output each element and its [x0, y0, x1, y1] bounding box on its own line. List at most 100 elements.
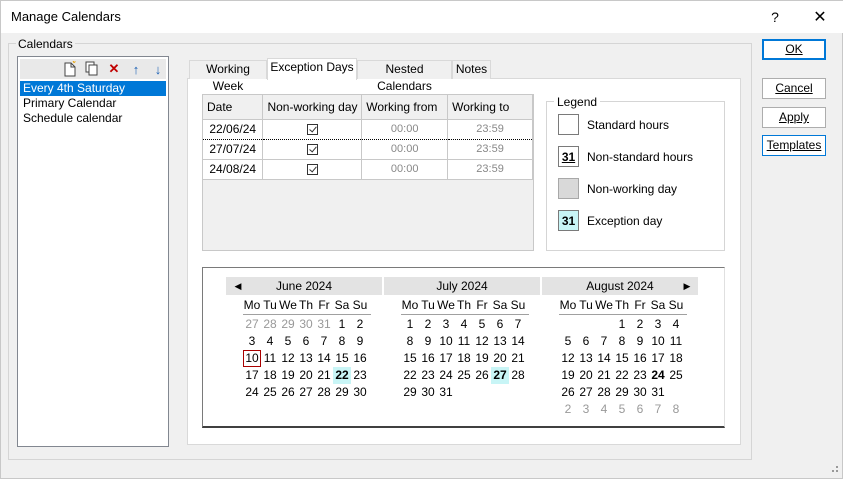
- calendar-day[interactable]: 31: [315, 316, 333, 333]
- calendar-day[interactable]: 9: [351, 333, 369, 350]
- working-to-cell[interactable]: 23:59: [447, 159, 533, 180]
- calendar-day[interactable]: 5: [559, 333, 577, 350]
- calendar-day[interactable]: 22: [401, 367, 419, 384]
- calendar-day[interactable]: 26: [279, 384, 297, 401]
- apply-button[interactable]: Apply: [762, 107, 826, 128]
- calendar-day[interactable]: 14: [315, 350, 333, 367]
- calendar-day[interactable]: 9: [419, 333, 437, 350]
- calendar-day[interactable]: 27: [577, 384, 595, 401]
- calendar-day[interactable]: 15: [401, 350, 419, 367]
- calendar-day[interactable]: 24: [649, 367, 667, 384]
- new-document-icon[interactable]: [60, 60, 80, 78]
- calendar-day[interactable]: 20: [297, 367, 315, 384]
- working-to-cell[interactable]: 23:59: [447, 139, 533, 160]
- calendar-day[interactable]: 20: [491, 350, 509, 367]
- column-header-working-to[interactable]: Working to: [447, 95, 533, 120]
- calendar-day[interactable]: 6: [297, 333, 315, 350]
- tab-nested-calendars[interactable]: Nested Calendars: [357, 60, 452, 93]
- calendar-day[interactable]: 11: [455, 333, 473, 350]
- help-button[interactable]: ?: [755, 1, 795, 33]
- calendar-day[interactable]: 29: [613, 384, 631, 401]
- calendar-day[interactable]: 11: [667, 333, 685, 350]
- calendar-day[interactable]: 1: [333, 316, 351, 333]
- tab-exception-days[interactable]: Exception Days: [267, 58, 357, 80]
- column-header-non-working[interactable]: Non-working day: [262, 95, 363, 120]
- calendar-day[interactable]: 6: [631, 401, 649, 418]
- calendar-day[interactable]: 20: [577, 367, 595, 384]
- calendar-day[interactable]: 5: [473, 316, 491, 333]
- non-working-cell[interactable]: [262, 118, 363, 140]
- calendar-day[interactable]: 29: [279, 316, 297, 333]
- calendar-day[interactable]: 18: [261, 367, 279, 384]
- calendar-day[interactable]: 24: [243, 384, 261, 401]
- calendar-day[interactable]: 19: [559, 367, 577, 384]
- calendar-day[interactable]: 21: [509, 350, 527, 367]
- calendar-day[interactable]: 6: [577, 333, 595, 350]
- delete-icon[interactable]: ✕: [104, 60, 124, 78]
- non-working-checkbox[interactable]: [306, 123, 318, 135]
- table-row[interactable]: 22/06/24 00:00 23:59: [203, 118, 533, 140]
- calendar-day[interactable]: 30: [297, 316, 315, 333]
- move-down-icon[interactable]: ↓: [148, 60, 168, 78]
- calendar-day[interactable]: 2: [631, 316, 649, 333]
- calendar-day[interactable]: 31: [437, 384, 455, 401]
- non-working-cell[interactable]: [262, 139, 363, 160]
- calendar-day[interactable]: 13: [297, 350, 315, 367]
- calendar-day[interactable]: 25: [261, 384, 279, 401]
- non-working-checkbox[interactable]: [306, 163, 318, 175]
- close-button[interactable]: ✕: [800, 1, 840, 33]
- non-working-checkbox[interactable]: [306, 143, 318, 155]
- calendar-day[interactable]: 5: [279, 333, 297, 350]
- working-from-cell[interactable]: 00:00: [361, 139, 449, 160]
- calendar-day[interactable]: 22: [613, 367, 631, 384]
- calendar-day[interactable]: 29: [333, 384, 351, 401]
- calendar-day[interactable]: 3: [577, 401, 595, 418]
- calendar-day[interactable]: 17: [243, 367, 261, 384]
- calendar-day[interactable]: 4: [261, 333, 279, 350]
- calendar-day[interactable]: 16: [419, 350, 437, 367]
- calendar-day[interactable]: 19: [279, 367, 297, 384]
- calendar-day[interactable]: 25: [455, 367, 473, 384]
- working-to-cell[interactable]: 23:59: [447, 118, 533, 140]
- calendar-day[interactable]: 4: [455, 316, 473, 333]
- calendar-day[interactable]: 31: [649, 384, 667, 401]
- resize-grip-icon[interactable]: [827, 461, 839, 473]
- calendar-day[interactable]: 21: [315, 367, 333, 384]
- calendar-day[interactable]: 1: [613, 316, 631, 333]
- templates-button[interactable]: Templates: [762, 135, 826, 156]
- calendar-day[interactable]: 3: [243, 333, 261, 350]
- calendar-day[interactable]: 13: [491, 333, 509, 350]
- calendar-day[interactable]: 13: [577, 350, 595, 367]
- calendar-day[interactable]: 7: [595, 333, 613, 350]
- calendar-day[interactable]: 28: [261, 316, 279, 333]
- calendar-day[interactable]: 10: [437, 333, 455, 350]
- calendar-day[interactable]: 8: [401, 333, 419, 350]
- calendar-day[interactable]: 12: [473, 333, 491, 350]
- calendar-day[interactable]: 25: [667, 367, 685, 384]
- calendar-day[interactable]: 7: [315, 333, 333, 350]
- calendar-day[interactable]: 28: [315, 384, 333, 401]
- calendar-day[interactable]: 27: [491, 367, 509, 384]
- calendar-day[interactable]: 7: [509, 316, 527, 333]
- calendar-day[interactable]: 15: [613, 350, 631, 367]
- date-cell[interactable]: 27/07/24: [203, 139, 264, 160]
- calendar-day[interactable]: 30: [351, 384, 369, 401]
- calendar-day[interactable]: 23: [631, 367, 649, 384]
- tab-notes[interactable]: Notes: [452, 60, 491, 79]
- calendar-day[interactable]: 12: [279, 350, 297, 367]
- calendar-day[interactable]: 1: [401, 316, 419, 333]
- ok-button[interactable]: OK: [762, 39, 826, 60]
- calendar-list-item[interactable]: Every 4th Saturday: [20, 81, 166, 96]
- calendar-day[interactable]: 4: [595, 401, 613, 418]
- calendar-day[interactable]: 26: [559, 384, 577, 401]
- table-row[interactable]: 24/08/24 00:00 23:59: [203, 159, 533, 180]
- column-header-date[interactable]: Date: [203, 95, 264, 120]
- calendar-day[interactable]: 29: [401, 384, 419, 401]
- calendar-day[interactable]: 16: [351, 350, 369, 367]
- cancel-button[interactable]: Cancel: [762, 78, 826, 99]
- calendar-day[interactable]: 30: [631, 384, 649, 401]
- calendar-day[interactable]: 23: [419, 367, 437, 384]
- calendar-day[interactable]: 8: [667, 401, 685, 418]
- date-cell[interactable]: 22/06/24: [203, 118, 264, 140]
- calendar-day[interactable]: 11: [261, 350, 279, 367]
